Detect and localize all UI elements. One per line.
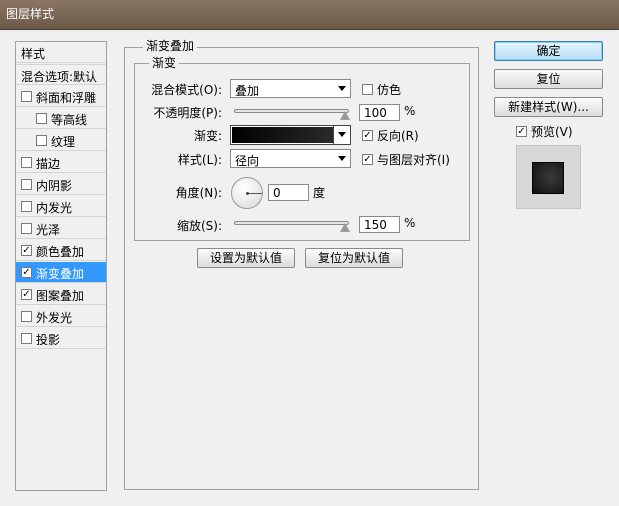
opacity-slider-track[interactable] — [234, 109, 349, 113]
preview-label: 预览(V) — [531, 125, 573, 139]
scale-label: 缩放(S): — [176, 219, 222, 233]
scale-value: 150 — [364, 218, 387, 232]
list-item-label: 图案叠加 — [36, 289, 85, 303]
list-item-label: 投影 — [36, 333, 61, 347]
chevron-down-icon — [338, 132, 346, 137]
ok-button[interactable]: 确定 — [494, 41, 603, 61]
checkbox-pattern-overlay[interactable]: ✓ — [21, 289, 32, 300]
style-select[interactable]: 径向 — [230, 149, 351, 168]
title-bar[interactable]: 图层样式 — [0, 0, 619, 30]
gradient-label: 渐变: — [193, 129, 222, 143]
angle-label: 角度(N): — [175, 186, 222, 200]
reverse-checkbox[interactable]: ✓ — [362, 130, 373, 141]
gradient-preview-bar[interactable] — [232, 127, 333, 143]
list-item-label: 斜面和浮雕 — [36, 91, 97, 105]
list-item-bevel-emboss[interactable]: 斜面和浮雕 — [16, 86, 106, 107]
style-label: 样式(L): — [177, 153, 222, 167]
list-item-stroke[interactable]: 描边 — [16, 152, 106, 173]
list-item-contour[interactable]: 等高线 — [16, 108, 106, 129]
list-item-gradient-overlay[interactable]: ✓ 渐变叠加 — [16, 262, 106, 283]
list-item-pattern-overlay[interactable]: ✓ 图案叠加 — [16, 284, 106, 305]
style-list: 样式 混合选项:默认 斜面和浮雕 等高线 纹理 描边 内阴影 内发光 光泽 ✓ … — [15, 41, 107, 491]
angle-unit: 度 — [313, 186, 326, 200]
opacity-label: 不透明度(P): — [153, 106, 222, 120]
angle-dial[interactable] — [231, 177, 263, 209]
list-item-blending-options[interactable]: 混合选项:默认 — [16, 64, 106, 85]
chevron-down-icon — [338, 86, 346, 91]
list-item-label: 描边 — [36, 157, 61, 171]
opacity-input[interactable]: 100 — [359, 104, 400, 121]
style-preview-thumbnail — [532, 162, 564, 194]
checkbox-inner-glow[interactable] — [21, 201, 32, 212]
align-with-layer-label: 与图层对齐(I) — [377, 153, 450, 167]
checkbox-gradient-overlay[interactable]: ✓ — [21, 267, 32, 278]
dither-checkbox[interactable] — [362, 84, 373, 95]
preview-checkbox[interactable]: ✓ — [516, 126, 527, 137]
opacity-unit: % — [404, 104, 416, 118]
checkbox-color-overlay[interactable]: ✓ — [21, 245, 32, 256]
checkbox-satin[interactable] — [21, 223, 32, 234]
scale-slider-track[interactable] — [234, 221, 349, 225]
style-value: 径向 — [235, 154, 260, 168]
opacity-value: 100 — [364, 106, 387, 120]
list-item-label: 颜色叠加 — [36, 245, 85, 259]
angle-center-dot — [246, 192, 249, 195]
scale-slider-thumb[interactable] — [340, 223, 350, 232]
list-item-label: 光泽 — [36, 223, 61, 237]
angle-value: 0 — [273, 186, 281, 200]
list-item-styles[interactable]: 样式 — [16, 42, 106, 63]
chevron-down-icon — [338, 156, 346, 161]
angle-input[interactable]: 0 — [268, 184, 309, 201]
blend-mode-select[interactable]: 叠加 — [230, 79, 351, 98]
window-title: 图层样式 — [6, 7, 55, 21]
list-item-label: 纹理 — [51, 135, 76, 149]
list-item-label: 外发光 — [36, 311, 73, 325]
list-item-label: 混合选项:默认 — [21, 70, 98, 84]
gradient-dropdown-button[interactable] — [333, 126, 350, 144]
list-item-satin[interactable]: 光泽 — [16, 218, 106, 239]
list-item-label: 内发光 — [36, 201, 73, 215]
checkbox-texture[interactable] — [36, 135, 47, 146]
opacity-slider-thumb[interactable] — [340, 111, 350, 120]
reverse-label: 反向(R) — [377, 129, 419, 143]
list-item-label: 样式 — [21, 47, 46, 61]
reset-button[interactable]: 复位 — [494, 69, 603, 89]
set-default-button[interactable]: 设置为默认值 — [197, 248, 295, 268]
angle-needle — [247, 193, 262, 194]
checkbox-contour[interactable] — [36, 113, 47, 124]
checkbox-outer-glow[interactable] — [21, 311, 32, 322]
group-title: 渐变叠加 — [143, 37, 198, 54]
scale-input[interactable]: 150 — [359, 216, 400, 233]
checkbox-inner-shadow[interactable] — [21, 179, 32, 190]
list-item-drop-shadow[interactable]: 投影 — [16, 328, 106, 349]
reset-default-button[interactable]: 复位为默认值 — [305, 248, 403, 268]
list-item-color-overlay[interactable]: ✓ 颜色叠加 — [16, 240, 106, 261]
list-item-label: 等高线 — [51, 113, 88, 127]
new-style-button[interactable]: 新建样式(W)... — [494, 97, 603, 117]
gradient-picker[interactable] — [230, 125, 351, 145]
list-item-texture[interactable]: 纹理 — [16, 130, 106, 151]
checkbox-stroke[interactable] — [21, 157, 32, 168]
align-with-layer-checkbox[interactable]: ✓ — [362, 154, 373, 165]
dither-label: 仿色 — [377, 83, 402, 97]
list-item-label: 内阴影 — [36, 179, 73, 193]
blend-mode-value: 叠加 — [235, 84, 260, 98]
scale-unit: % — [404, 216, 416, 230]
list-item-outer-glow[interactable]: 外发光 — [16, 306, 106, 327]
checkbox-bevel-emboss[interactable] — [21, 91, 32, 102]
blend-mode-label: 混合模式(O): — [151, 83, 222, 97]
list-item-label: 渐变叠加 — [36, 267, 85, 281]
list-item-inner-shadow[interactable]: 内阴影 — [16, 174, 106, 195]
list-item-inner-glow[interactable]: 内发光 — [16, 196, 106, 217]
subgroup-title: 渐变 — [149, 54, 180, 71]
checkbox-drop-shadow[interactable] — [21, 333, 32, 344]
